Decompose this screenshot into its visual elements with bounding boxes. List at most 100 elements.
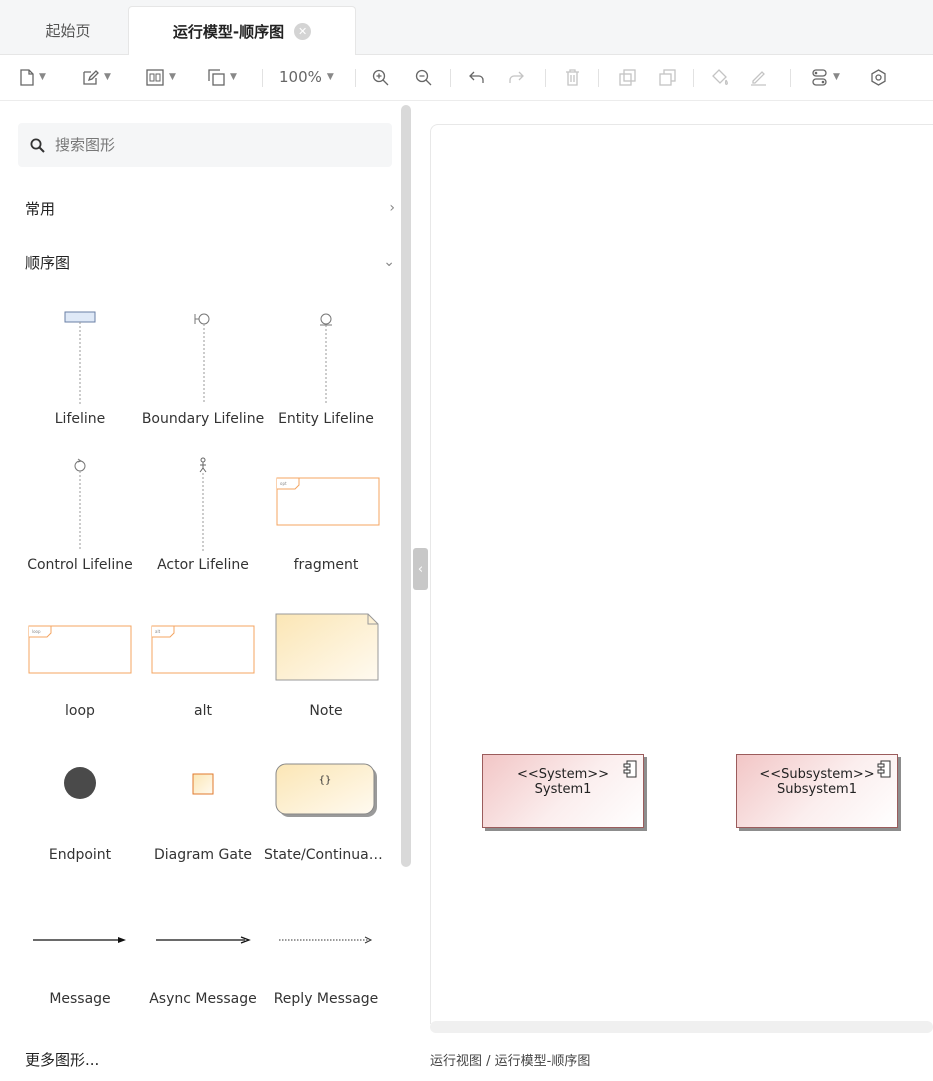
chevron-down-icon: ▼	[169, 72, 176, 82]
chevron-left-icon: ‹	[417, 561, 424, 577]
shape-label: Actor Lifeline	[157, 557, 249, 573]
connector-style-button[interactable]: ▼	[811, 65, 840, 89]
shape-label: Endpoint	[48, 847, 112, 863]
block-stereotype: <<Subsystem>>	[759, 767, 875, 782]
file-icon	[20, 68, 34, 86]
tab-bar: 起始页 运行模型-顺序图 ✕	[0, 0, 933, 55]
shape-diagram-gate[interactable]: Diagram Gate	[141, 749, 265, 874]
bring-front-button[interactable]	[619, 65, 636, 89]
zoom-in-button[interactable]	[372, 65, 389, 89]
svg-text:alt: alt	[155, 629, 161, 634]
shape-label: alt	[194, 703, 212, 719]
search-box	[18, 123, 392, 167]
zoom-out-icon	[415, 69, 432, 85]
chevron-down-icon: ▼	[230, 72, 237, 82]
system-block[interactable]: <<System>> System1	[482, 754, 644, 828]
tab-sequence-diagram[interactable]: 运行模型-顺序图 ✕	[128, 6, 356, 55]
canvas-horizontal-scrollbar[interactable]	[430, 1021, 933, 1033]
toolbar-divider	[545, 69, 546, 87]
chevron-down-icon: ▼	[39, 72, 46, 82]
layout-button[interactable]: ▼	[146, 65, 176, 89]
redo-button[interactable]	[508, 65, 525, 89]
new-file-button[interactable]: ▼	[20, 65, 46, 89]
shape-boundary-lifeline[interactable]: Boundary Lifeline	[141, 306, 265, 431]
chevron-down-icon: ⌄	[383, 254, 395, 270]
component-icon	[877, 760, 891, 778]
zoom-select[interactable]: 100% ▼	[279, 65, 334, 89]
delete-button[interactable]	[565, 65, 580, 89]
toolbar-divider	[450, 69, 451, 87]
subsystem-block[interactable]: <<Subsystem>> Subsystem1	[736, 754, 898, 828]
shape-label: loop	[65, 703, 95, 719]
shape-alt[interactable]: alt alt	[141, 601, 265, 726]
section-common[interactable]: 常用 ›	[25, 194, 395, 222]
shape-label: Control Lifeline	[27, 557, 133, 573]
fill-color-button[interactable]	[712, 65, 729, 89]
undo-button[interactable]	[468, 65, 485, 89]
boundary-lifeline-icon	[194, 313, 210, 404]
section-label: 常用	[25, 199, 56, 218]
diagram-canvas[interactable]	[430, 124, 933, 1024]
send-back-button[interactable]	[659, 65, 676, 89]
settings-button[interactable]	[870, 65, 887, 89]
pen-icon	[751, 70, 766, 86]
shape-label: Lifeline	[54, 411, 106, 427]
chevron-down-icon: ▼	[326, 72, 334, 82]
shape-entity-lifeline[interactable]: Entity Lifeline	[264, 306, 388, 431]
note-icon	[275, 613, 379, 681]
line-color-button[interactable]	[750, 65, 767, 89]
toolbar-divider	[790, 69, 791, 87]
shape-reply-message[interactable]: Reply Message	[264, 901, 388, 1016]
target-icon	[871, 68, 886, 86]
shape-loop[interactable]: loop loop	[18, 601, 142, 726]
toolbar: ▼ ▼ ▼ ▼ 100% ▼ ▼	[0, 55, 933, 101]
bring-front-icon	[619, 68, 636, 86]
shape-note[interactable]: Note	[264, 601, 388, 726]
control-lifeline-icon	[74, 458, 86, 551]
close-icon[interactable]: ✕	[294, 22, 312, 40]
shape-label: Reply Message	[273, 991, 379, 1007]
collapse-sidebar-button[interactable]: ‹	[413, 548, 428, 590]
more-shapes-label: 更多图形...	[25, 1050, 100, 1069]
sidebar-scrollbar[interactable]	[401, 105, 411, 867]
copy-format-button[interactable]: ▼	[208, 65, 237, 89]
reply-message-arrow-icon	[279, 936, 373, 944]
shape-actor-lifeline[interactable]: Actor Lifeline	[141, 453, 265, 578]
entity-lifeline-icon	[320, 313, 332, 404]
more-shapes-link[interactable]: 更多图形...	[25, 1045, 395, 1073]
search-icon	[30, 138, 45, 153]
shape-lifeline[interactable]: Lifeline	[18, 306, 142, 431]
tab-label: 起始页	[45, 22, 91, 40]
alt-icon: alt	[151, 625, 255, 674]
section-sequence-diagram[interactable]: 顺序图 ⌄	[25, 248, 395, 276]
shape-label: Note	[309, 703, 343, 719]
block-name: System1	[534, 782, 592, 797]
block-name: Subsystem1	[776, 782, 857, 797]
section-label: 顺序图	[25, 253, 71, 272]
component-icon	[623, 760, 637, 778]
svg-text:opt: opt	[280, 481, 287, 486]
send-back-icon	[659, 68, 676, 86]
chevron-down-icon: ▼	[833, 72, 840, 82]
zoom-out-button[interactable]	[415, 65, 432, 89]
tab-start-page[interactable]: 起始页	[8, 6, 128, 55]
redo-icon	[509, 71, 524, 83]
shape-fragment[interactable]: opt fragment	[264, 453, 388, 578]
paint-bucket-icon	[712, 68, 729, 85]
zoom-in-icon	[372, 69, 389, 85]
svg-text:loop: loop	[32, 629, 41, 634]
undo-icon	[469, 71, 484, 83]
shape-label: fragment	[293, 557, 359, 573]
search-input[interactable]	[55, 136, 375, 154]
shape-control-lifeline[interactable]: Control Lifeline	[18, 453, 142, 578]
edit-button[interactable]: ▼	[82, 65, 111, 89]
shape-async-message[interactable]: Async Message	[141, 901, 265, 1016]
svg-text:{}: {}	[319, 775, 332, 786]
shape-endpoint[interactable]: Endpoint	[18, 749, 142, 874]
shape-label: Entity Lifeline	[278, 411, 374, 427]
shape-message[interactable]: Message	[18, 901, 142, 1016]
block-stereotype: <<System>>	[516, 767, 610, 782]
tab-label: 运行模型-顺序图	[172, 22, 285, 41]
shape-state-continuation[interactable]: {} State/Continuation	[264, 749, 388, 874]
shape-label: Boundary Lifeline	[141, 411, 265, 427]
